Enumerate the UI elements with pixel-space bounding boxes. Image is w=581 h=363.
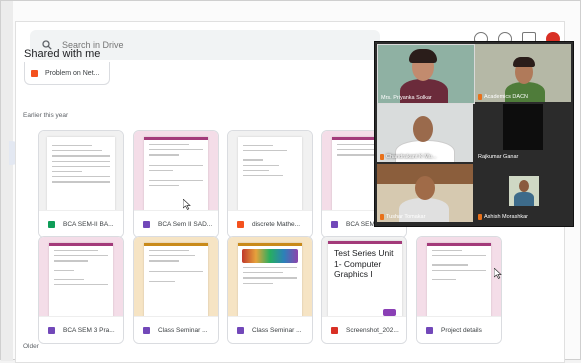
page-title: Shared with me — [24, 48, 101, 60]
thumbnail-chip — [383, 309, 396, 316]
forms-icon — [143, 326, 150, 334]
file-label: BCA Sem II SAD... — [158, 220, 213, 228]
file-label: Class Seminar ... — [158, 326, 208, 334]
file-card[interactable]: Project details — [416, 236, 502, 344]
forms-icon — [331, 220, 338, 228]
mouse-pointer-icon — [494, 268, 502, 279]
file-card[interactable]: Test Series Unit 1- Computer Graphics I … — [321, 236, 407, 344]
participant-tile[interactable]: Ashish Morashkar — [475, 164, 571, 222]
file-thumbnail — [134, 237, 218, 317]
participant-tile[interactable]: Mrs. Priyanka Solkar — [377, 44, 475, 104]
mouse-pointer-icon — [183, 199, 191, 210]
image-icon — [31, 69, 38, 77]
participant-camera-off — [503, 104, 543, 150]
file-thumbnail — [39, 131, 123, 211]
file-card[interactable]: BCA SEM-II BA... — [38, 130, 124, 238]
participant-name: Academics DACN — [484, 94, 529, 100]
participant-tile[interactable]: Rajkumar Ganar — [475, 104, 571, 162]
file-thumbnail — [228, 131, 312, 211]
file-thumbnail: Test Series Unit 1- Computer Graphics I — [322, 237, 406, 317]
file-thumbnail — [134, 131, 218, 211]
sheets-icon — [48, 220, 55, 228]
forms-icon — [237, 326, 244, 334]
participant-name: Tushar Tomakar — [386, 214, 426, 220]
screen-frame: Shared with me Problem on Net... Earlier… — [0, 0, 581, 363]
mic-off-icon — [380, 214, 384, 220]
file-label: BCA SEM 3 Pra... — [63, 326, 115, 334]
slides-icon — [237, 220, 244, 228]
file-label: discrete Mathe... — [252, 220, 301, 228]
forms-icon — [426, 326, 433, 334]
file-thumbnail — [228, 237, 312, 317]
participant-tile[interactable]: Tushar Tomakar — [377, 164, 473, 222]
participant-name: Rajkumar Ganar — [478, 154, 519, 160]
participant-name: Chandrakant K Mu... — [386, 154, 437, 160]
file-label: Class Seminar ... — [252, 326, 302, 334]
section-older: Older — [23, 343, 39, 350]
left-strip — [1, 1, 13, 361]
previous-file-label: Problem on Net... — [45, 69, 100, 77]
file-label: BCA SEM-II BA... — [63, 220, 114, 228]
previous-file-card[interactable]: Problem on Net... — [24, 62, 110, 85]
file-card[interactable]: BCA Sem II SAD... — [133, 130, 219, 238]
mic-off-icon — [478, 214, 482, 220]
thumbnail-banner — [242, 249, 298, 263]
participant-tile[interactable]: Chandrakant K Mu... — [377, 104, 473, 162]
file-thumbnail — [39, 237, 123, 317]
search-input[interactable] — [60, 39, 364, 51]
file-card[interactable]: Class Seminar ... — [133, 236, 219, 344]
participant-name: Ashish Morashkar — [484, 214, 529, 220]
participant-name: Mrs. Priyanka Solkar — [381, 95, 432, 101]
forms-icon — [143, 220, 150, 228]
file-card[interactable]: BCA SEM 3 Pra... — [38, 236, 124, 344]
participant-photo — [509, 176, 539, 206]
video-call-panel: Mrs. Priyanka Solkar Academics DACN Chan… — [374, 41, 574, 227]
section-earlier: Earlier this year — [23, 112, 69, 119]
forms-icon — [48, 326, 55, 334]
file-card[interactable]: Class Seminar ... — [227, 236, 313, 344]
test-series-title: Test Series Unit 1- Computer Graphics I — [334, 248, 394, 279]
participant-tile[interactable]: Academics DACN — [475, 44, 571, 102]
mic-off-icon — [380, 154, 384, 160]
file-card[interactable]: discrete Mathe... — [227, 130, 313, 238]
file-label: Screenshot_202... — [346, 326, 399, 334]
file-label: Project details — [441, 326, 482, 334]
image-icon — [331, 326, 338, 334]
file-thumbnail — [417, 237, 501, 317]
mic-off-icon — [478, 94, 482, 100]
